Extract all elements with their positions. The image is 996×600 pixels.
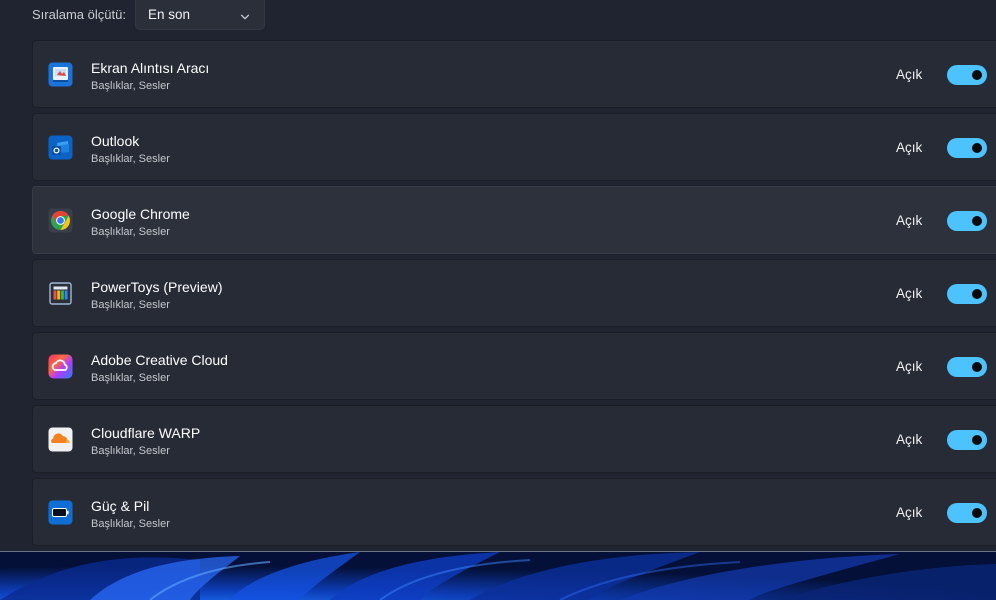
app-name: Güç & Pil bbox=[91, 498, 150, 514]
app-row-power-battery[interactable]: Güç & Pil Başlıklar, Sesler Açık bbox=[32, 478, 996, 546]
app-row-outlook[interactable]: Outlook Başlıklar, Sesler Açık bbox=[32, 113, 996, 181]
app-row-powertoys[interactable]: PowerToys (Preview) Başlıklar, Sesler Aç… bbox=[32, 259, 996, 327]
notification-toggle[interactable] bbox=[947, 357, 987, 377]
app-subtitle: Başlıklar, Sesler bbox=[91, 518, 170, 530]
notification-toggle[interactable] bbox=[947, 430, 987, 450]
app-subtitle: Başlıklar, Sesler bbox=[91, 153, 170, 165]
app-row-cloudflare-warp[interactable]: Cloudflare WARP Başlıklar, Sesler Açık bbox=[32, 405, 996, 473]
toggle-state-label: Açık bbox=[896, 359, 923, 374]
toggle-state-label: Açık bbox=[896, 140, 923, 155]
notification-toggle[interactable] bbox=[947, 503, 987, 523]
app-subtitle: Başlıklar, Sesler bbox=[91, 445, 170, 457]
app-subtitle: Başlıklar, Sesler bbox=[91, 299, 170, 311]
app-name: PowerToys (Preview) bbox=[91, 279, 223, 295]
notification-toggle[interactable] bbox=[947, 211, 987, 231]
app-subtitle: Başlıklar, Sesler bbox=[91, 80, 170, 92]
desktop-wallpaper bbox=[0, 552, 996, 600]
chrome-icon bbox=[48, 208, 73, 233]
app-subtitle: Başlıklar, Sesler bbox=[91, 226, 170, 238]
sort-row: Sıralama ölçütü: En son bbox=[0, 0, 996, 32]
snipping-tool-icon bbox=[48, 62, 73, 87]
notification-toggle[interactable] bbox=[947, 138, 987, 158]
app-row-adobe-creative-cloud[interactable]: Adobe Creative Cloud Başlıklar, Sesler A… bbox=[32, 332, 996, 400]
app-name: Google Chrome bbox=[91, 206, 190, 222]
toggle-knob bbox=[972, 70, 982, 80]
app-subtitle: Başlıklar, Sesler bbox=[91, 372, 170, 384]
sort-selected-value: En son bbox=[148, 7, 191, 22]
toggle-state-label: Açık bbox=[896, 505, 923, 520]
cloudflare-icon bbox=[48, 427, 73, 452]
app-row-snipping-tool[interactable]: Ekran Alıntısı Aracı Başlıklar, Sesler A… bbox=[32, 40, 996, 108]
sort-label: Sıralama ölçütü: bbox=[32, 7, 126, 22]
toggle-state-label: Açık bbox=[896, 67, 923, 82]
app-notification-list: Ekran Alıntısı Aracı Başlıklar, Sesler A… bbox=[32, 40, 996, 551]
creative-cloud-icon bbox=[48, 354, 73, 379]
app-name: Outlook bbox=[91, 133, 140, 149]
notification-toggle[interactable] bbox=[947, 65, 987, 85]
toggle-knob bbox=[972, 289, 982, 299]
settings-window: Sıralama ölçütü: En son Ekran Alıntısı A… bbox=[0, 0, 996, 552]
notification-toggle[interactable] bbox=[947, 284, 987, 304]
toggle-knob bbox=[972, 216, 982, 226]
toggle-state-label: Açık bbox=[896, 286, 923, 301]
toggle-knob bbox=[972, 435, 982, 445]
app-name: Adobe Creative Cloud bbox=[91, 352, 228, 368]
powertoys-icon bbox=[48, 281, 73, 306]
toggle-knob bbox=[972, 143, 982, 153]
chevron-down-icon bbox=[240, 9, 250, 20]
app-row-google-chrome[interactable]: Google Chrome Başlıklar, Sesler Açık bbox=[32, 186, 996, 254]
outlook-icon bbox=[48, 135, 73, 160]
app-name: Ekran Alıntısı Aracı bbox=[91, 60, 210, 76]
app-name: Cloudflare WARP bbox=[91, 425, 201, 441]
toggle-knob bbox=[972, 508, 982, 518]
toggle-knob bbox=[972, 362, 982, 372]
sort-dropdown[interactable]: En son bbox=[135, 0, 265, 30]
toggle-state-label: Açık bbox=[896, 213, 923, 228]
battery-icon bbox=[48, 500, 73, 525]
toggle-state-label: Açık bbox=[896, 432, 923, 447]
